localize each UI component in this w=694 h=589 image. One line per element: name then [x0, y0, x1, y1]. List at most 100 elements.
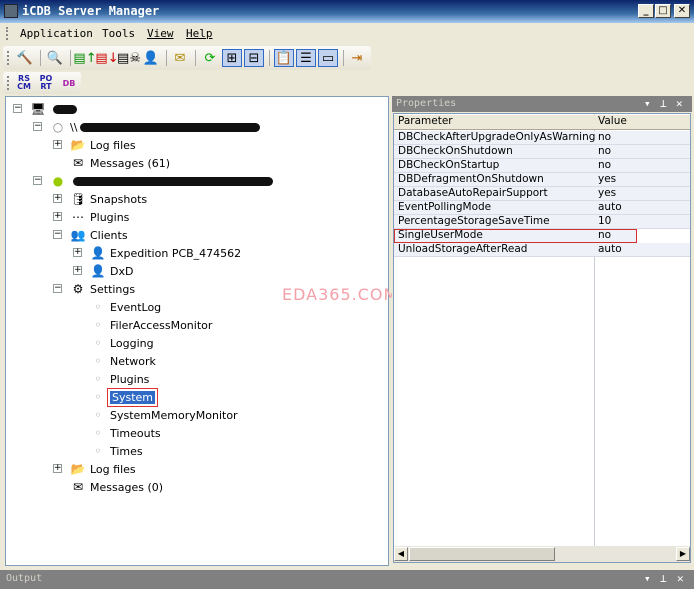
bullet-icon: ◦ — [94, 300, 102, 314]
tree-item[interactable]: 📂 Log files — [70, 460, 136, 478]
tree-item[interactable]: ◦ Logging — [90, 334, 153, 352]
expand-button[interactable]: + — [53, 140, 62, 149]
expand-button[interactable]: + — [73, 266, 82, 275]
tree-view-icon[interactable]: ⊞ — [222, 49, 242, 67]
mail-icon[interactable]: ✉ — [170, 49, 190, 67]
property-row[interactable]: DBCheckOnShutdown no — [394, 145, 690, 159]
dropdown-icon[interactable]: ▾ — [644, 572, 651, 585]
collapse-button[interactable]: − — [33, 176, 42, 185]
collapse-button[interactable]: − — [33, 122, 42, 131]
app-icon — [4, 4, 18, 18]
column-value[interactable]: Value — [598, 115, 627, 128]
properties-icon[interactable]: 📋 — [274, 49, 294, 67]
toolbar-grip[interactable] — [7, 51, 10, 65]
property-row[interactable]: DBDefragmentOnShutdown yes — [394, 173, 690, 187]
log-files-icon: 📂 — [70, 138, 86, 152]
tree-item[interactable]: ○ \\ — [50, 118, 261, 136]
list-icon[interactable]: ☰ — [296, 49, 316, 67]
tree-item[interactable]: ◦ Network — [90, 352, 156, 370]
tree-item[interactable]: ◦ SystemMemoryMonitor — [90, 406, 237, 424]
bullet-icon: ◦ — [94, 318, 102, 332]
close-button[interactable]: ✕ — [674, 4, 690, 18]
maximize-button[interactable]: □ — [655, 4, 671, 18]
exit-icon[interactable]: ⇥ — [347, 49, 367, 67]
expand-button[interactable]: + — [53, 464, 62, 473]
collapse-button[interactable]: − — [53, 230, 62, 239]
plugins-icon: ⋯ — [72, 210, 84, 224]
pin-icon[interactable]: ⊥ — [660, 97, 667, 110]
tree-item[interactable]: ◦ Plugins — [90, 370, 149, 388]
tree-item[interactable]: 👤 Expedition PCB_474562 — [90, 244, 242, 262]
refresh-icon[interactable]: ⟳ — [200, 49, 220, 67]
pin-icon[interactable]: ⊥ — [660, 572, 667, 585]
property-row[interactable]: PercentageStorageSaveTime 10 — [394, 215, 690, 229]
tree-item[interactable]: 🖥 — [30, 100, 77, 118]
property-row[interactable]: EventPollingMode auto — [394, 201, 690, 215]
tree-item[interactable]: ◦ FilerAccessMonitor — [90, 316, 212, 334]
db-up-icon[interactable]: ▤↑ — [73, 49, 96, 67]
expand-button[interactable]: + — [53, 212, 62, 221]
user-db-icon[interactable]: 👤 — [141, 49, 161, 67]
search-icon[interactable]: 🔍 — [45, 49, 65, 67]
window-title: iCDB Server Manager — [22, 4, 160, 18]
property-name: SingleUserMode — [398, 229, 483, 241]
menu-help[interactable]: Help — [186, 27, 213, 40]
expand-button[interactable]: + — [73, 248, 82, 257]
tree-item[interactable]: ● — [50, 172, 273, 190]
tree-item[interactable]: 👥 Clients — [70, 226, 128, 244]
dropdown-icon[interactable]: ▾ — [644, 97, 651, 110]
tree-item[interactable]: 👤 DxD — [90, 262, 134, 280]
scroll-thumb[interactable] — [409, 547, 555, 561]
client-icon: 👤 — [90, 264, 106, 278]
separator — [343, 50, 344, 66]
horizontal-scrollbar[interactable]: ◀ ▶ — [394, 546, 690, 562]
tree-item[interactable]: ◦ EventLog — [90, 298, 161, 316]
property-value: auto — [598, 201, 622, 213]
menu-application[interactable]: Application — [20, 27, 93, 40]
hierarchy-icon[interactable]: ⊟ — [244, 49, 264, 67]
tree-item[interactable]: 🛢 Snapshots — [70, 190, 147, 208]
tree-item[interactable]: ⚙ Settings — [70, 280, 136, 298]
property-row[interactable]: DBCheckOnStartup no — [394, 159, 690, 173]
redacted-name — [53, 104, 77, 114]
db-down-icon[interactable]: ▤↓ — [95, 49, 118, 67]
menu-view[interactable]: View — [147, 27, 174, 40]
tree-item[interactable]: ✉ Messages (61) — [70, 154, 170, 172]
tools-icon[interactable]: 🔨 — [15, 49, 35, 67]
separator — [269, 50, 270, 66]
expand-button[interactable]: + — [53, 194, 62, 203]
property-value: no — [598, 159, 612, 171]
property-value: no — [598, 145, 612, 157]
column-parameter[interactable]: Parameter — [398, 115, 453, 128]
port-button[interactable]: PO RT — [37, 74, 55, 92]
property-row[interactable]: UnloadStorageAfterRead auto — [394, 243, 690, 257]
tree-item-label: Network — [110, 354, 156, 368]
db-delete-icon[interactable]: ▤☠ — [117, 49, 141, 67]
server-tree[interactable]: − 🖥 − ○ \\ + 📂 Log files ✉ Messages (61) − ● + 🛢 Snaps… — [5, 96, 389, 566]
db-button[interactable]: DB — [59, 74, 79, 92]
close-panel-icon[interactable]: ✕ — [677, 572, 684, 585]
menu-grip[interactable] — [6, 27, 9, 40]
properties-grid[interactable]: Parameter Value ◀ ▶ DBCheckAfterUpgradeO… — [393, 113, 691, 563]
tree-item-label: Messages (61) — [90, 156, 171, 170]
tree-item[interactable]: ◦ Times — [90, 442, 142, 460]
tree-item[interactable]: ✉ Messages (0) — [70, 478, 163, 496]
scroll-right-button[interactable]: ▶ — [676, 547, 690, 561]
tree-item[interactable]: 📂 Log files — [70, 136, 136, 154]
minimize-button[interactable]: _ — [638, 4, 654, 18]
collapse-button[interactable]: − — [53, 284, 62, 293]
properties-panel: Properties ▾ ⊥ ✕ Parameter Value ◀ ▶ DBC… — [392, 96, 692, 566]
scroll-left-button[interactable]: ◀ — [394, 547, 408, 561]
tree-item[interactable]: ◦ System — [90, 387, 159, 407]
property-row[interactable]: DBCheckAfterUpgradeOnlyAsWarning no — [394, 131, 690, 145]
menu-tools[interactable]: Tools — [102, 27, 135, 40]
close-panel-icon[interactable]: ✕ — [676, 97, 683, 110]
toolbar-grip[interactable] — [7, 76, 10, 90]
output-icon[interactable]: ▭ — [318, 49, 338, 67]
property-row[interactable]: SingleUserMode no — [394, 229, 637, 243]
collapse-button[interactable]: − — [13, 104, 22, 113]
rscm-button[interactable]: RS CM — [15, 74, 33, 92]
tree-item[interactable]: ⋯ Plugins — [70, 208, 129, 226]
property-row[interactable]: DatabaseAutoRepairSupport yes — [394, 187, 690, 201]
tree-item[interactable]: ◦ Timeouts — [90, 424, 160, 442]
